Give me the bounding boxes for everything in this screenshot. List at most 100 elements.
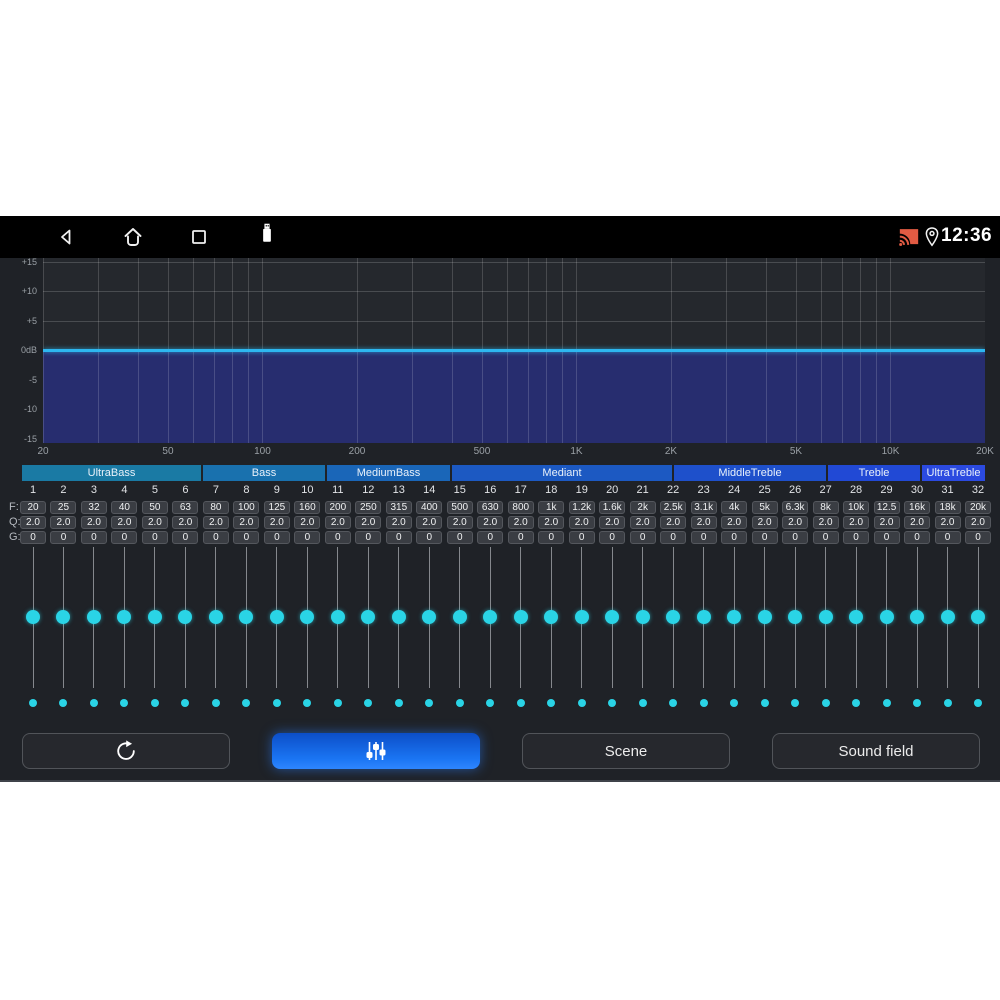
band-slider-knob[interactable] [391, 610, 406, 624]
band-slider-knob[interactable] [666, 610, 681, 624]
band-slider-knob[interactable] [910, 610, 925, 624]
band-indicator-dot[interactable] [425, 699, 434, 707]
band-slider-knob[interactable] [879, 610, 894, 624]
band-indicator-dot[interactable] [486, 699, 495, 707]
band-slider-knob[interactable] [513, 610, 528, 624]
band-indicator-dot[interactable] [150, 699, 159, 707]
band-slider-knob[interactable] [696, 610, 711, 624]
band-q-value: 2.0 [538, 516, 565, 529]
band-slider-knob[interactable] [757, 610, 772, 624]
band-q-value: 2.0 [50, 516, 77, 529]
band-indicator-dot[interactable] [181, 699, 190, 707]
home-icon[interactable] [121, 225, 145, 249]
band-indicator-dot[interactable] [821, 699, 830, 707]
band-frequency-value: 125 [263, 501, 290, 514]
band-frequency-value: 200 [324, 501, 351, 514]
band-indicator-dot[interactable] [516, 699, 525, 707]
band-indicator-dot[interactable] [394, 699, 403, 707]
band-slider-knob[interactable] [940, 610, 955, 624]
usb-icon[interactable] [255, 222, 279, 246]
band-slider-knob[interactable] [300, 610, 315, 624]
band-slider-knob[interactable] [26, 610, 40, 624]
band-indicator-dot[interactable] [59, 699, 68, 707]
band-gain-value: 0 [477, 531, 504, 544]
graph-vertical-gridline [841, 351, 843, 443]
band-slider-knob[interactable] [269, 610, 284, 624]
graph-vertical-gridline [546, 351, 548, 443]
db-tick-label: 0dB [20, 345, 37, 356]
sound-field-button[interactable]: Sound field [772, 733, 980, 769]
band-indicator-dot[interactable] [913, 699, 922, 707]
band-slider-knob[interactable] [208, 610, 223, 624]
band-slider-knob[interactable] [330, 610, 345, 624]
band-slider-knob[interactable] [239, 610, 254, 624]
band-slider-knob[interactable] [147, 610, 162, 624]
band-indicator-dot[interactable] [303, 699, 312, 707]
graph-horizontal-gridline [43, 291, 985, 293]
band-indicator-dot[interactable] [852, 699, 861, 707]
equalizer-tab-button[interactable] [272, 733, 480, 769]
band-indicator-dot[interactable] [943, 699, 952, 707]
band-indicator-dot[interactable] [89, 699, 98, 707]
band-slider-knob[interactable] [86, 610, 101, 624]
band-number: 17 [514, 484, 527, 496]
band-gain-value: 0 [568, 531, 595, 544]
band-indicator-dot[interactable] [760, 699, 769, 707]
band-indicator-dot[interactable] [29, 699, 37, 707]
band-slider-knob[interactable] [544, 610, 559, 624]
band-frequency-value: 32 [80, 501, 107, 514]
band-gain-value: 0 [538, 531, 565, 544]
band-slider-knob[interactable] [117, 610, 132, 624]
band-number: 6 [182, 484, 189, 496]
reset-button[interactable] [22, 733, 230, 769]
band-indicator-dot[interactable] [242, 699, 251, 707]
eq-band-column: 30 16k 2.0 0 [902, 483, 932, 715]
band-indicator-dot[interactable] [638, 699, 647, 707]
band-number: 2 [60, 484, 67, 496]
band-indicator-dot[interactable] [791, 699, 800, 707]
band-indicator-dot[interactable] [699, 699, 708, 707]
band-slider-knob[interactable] [56, 610, 71, 624]
band-q-value: 2.0 [812, 516, 839, 529]
graph-vertical-gridline [481, 351, 483, 443]
band-slider-knob[interactable] [849, 610, 864, 624]
band-slider-knob[interactable] [361, 610, 376, 624]
recents-icon[interactable] [187, 225, 211, 249]
band-indicator-dot[interactable] [211, 699, 220, 707]
band-indicator-dot[interactable] [333, 699, 342, 707]
band-slider-knob[interactable] [178, 610, 193, 624]
band-indicator-dot[interactable] [608, 699, 617, 707]
scene-button[interactable]: Scene [522, 733, 730, 769]
band-number: 8 [243, 484, 250, 496]
band-slider-knob[interactable] [971, 610, 985, 624]
band-indicator-dot[interactable] [577, 699, 586, 707]
band-indicator-dot[interactable] [272, 699, 281, 707]
band-indicator-dot[interactable] [547, 699, 556, 707]
eq-band-column: 6 63 2.0 0 [170, 483, 200, 715]
band-gain-value: 0 [294, 531, 321, 544]
band-slider-knob[interactable] [727, 610, 742, 624]
band-slider-knob[interactable] [452, 610, 467, 624]
band-indicator-dot[interactable] [120, 699, 129, 707]
band-indicator-dot[interactable] [364, 699, 373, 707]
band-number: 26 [788, 484, 802, 496]
band-slider-knob[interactable] [635, 610, 650, 624]
band-number: 31 [941, 484, 954, 496]
band-frequency-value: 10k [843, 501, 870, 514]
band-slider-knob[interactable] [422, 610, 437, 624]
band-slider-knob[interactable] [818, 610, 833, 624]
band-q-value: 2.0 [324, 516, 351, 529]
band-indicator-dot[interactable] [882, 699, 891, 707]
band-frequency-value: 50 [141, 501, 168, 514]
band-indicator-dot[interactable] [974, 699, 982, 707]
back-icon[interactable] [54, 225, 78, 249]
band-slider-knob[interactable] [483, 610, 498, 624]
band-indicator-dot[interactable] [669, 699, 678, 707]
band-slider-knob[interactable] [788, 610, 803, 624]
band-indicator-dot[interactable] [455, 699, 464, 707]
band-slider-knob[interactable] [605, 610, 620, 624]
band-slider-knob[interactable] [574, 610, 589, 624]
location-icon [925, 227, 939, 247]
band-indicator-dot[interactable] [730, 699, 739, 707]
band-gain-value: 0 [172, 531, 199, 544]
